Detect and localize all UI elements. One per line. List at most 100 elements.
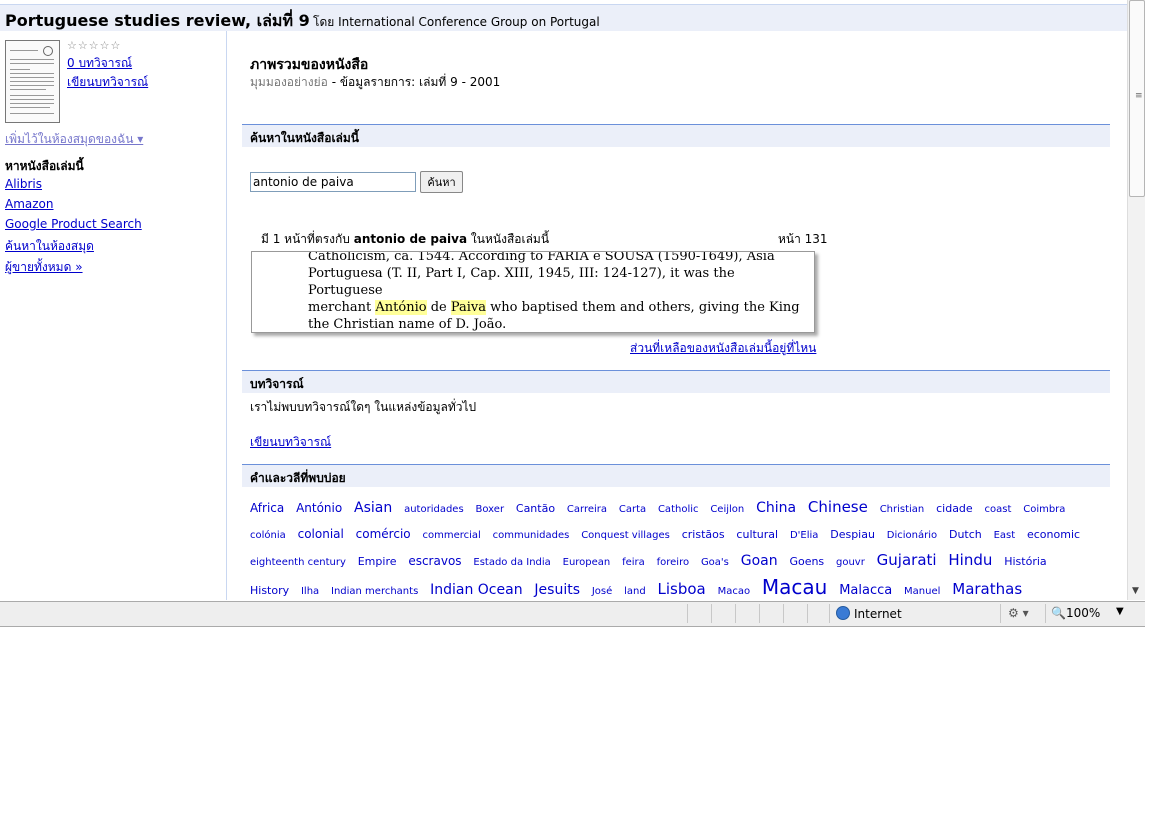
term-link[interactable]: East — [994, 530, 1016, 541]
term-link[interactable]: Conquest villages — [581, 530, 670, 541]
term-link[interactable]: cristãos — [682, 528, 725, 541]
term-link[interactable]: Asian — [354, 500, 392, 516]
snippet-line-1: Catholicism, ca. 1544. According to FARI… — [308, 251, 775, 264]
zoom-dropdown-icon[interactable]: ▼ — [1116, 606, 1124, 617]
term-link[interactable]: comércio — [356, 527, 411, 541]
zoom-control[interactable]: 🔍100% — [1051, 606, 1100, 620]
store-link-alibris[interactable]: Alibris — [5, 177, 42, 191]
store-link-google-product-search[interactable]: Google Product Search — [5, 217, 142, 231]
term-link[interactable]: Marathas — [952, 580, 1022, 598]
snippet-highlight-paiva: Paiva — [450, 300, 487, 315]
common-terms-heading: คำและวลีที่พบบ่อย — [250, 471, 346, 485]
book-cover-thumbnail[interactable] — [5, 40, 60, 123]
term-link[interactable]: António — [296, 501, 342, 515]
snippet-page-number[interactable]: หน้า 131 — [778, 230, 828, 249]
term-link[interactable]: History — [250, 584, 289, 597]
term-link[interactable]: Ilha — [301, 586, 319, 597]
term-link[interactable]: feira — [622, 557, 645, 568]
reviews-count-link[interactable]: 0 บทวิจารณ์ — [67, 54, 132, 73]
store-link-all-sellers[interactable]: ผู้ขายทั้งหมด » — [5, 258, 83, 277]
term-link[interactable]: Gujarati — [877, 551, 937, 569]
snippet-word: de — [430, 300, 447, 315]
overview-subtitle: มุมมองอย่างย่อ - ข้อมูลรายการ: เล่มที่ 9… — [250, 73, 500, 92]
term-link[interactable]: Manuel — [904, 586, 940, 597]
term-link[interactable]: Empire — [358, 555, 397, 568]
search-in-book-input[interactable] — [250, 172, 416, 192]
find-this-book-heading: หาหนังสือเล่มนี้ — [5, 159, 84, 173]
term-cloud: Africa António Asian autoridades Boxer C… — [250, 495, 1100, 600]
term-link[interactable]: Indian merchants — [331, 586, 418, 597]
term-link[interactable]: Goa's — [701, 557, 729, 568]
term-link[interactable]: Macau — [762, 575, 827, 599]
term-link[interactable]: Coimbra — [1023, 504, 1065, 515]
globe-icon — [836, 606, 850, 620]
term-link[interactable]: escravos — [408, 554, 461, 568]
rating-stars-icon: ☆☆☆☆☆ — [67, 39, 122, 52]
view-type: มุมมองอย่างย่อ — [250, 75, 328, 89]
term-link[interactable]: Estado da India — [473, 557, 550, 568]
term-link[interactable]: economic — [1027, 528, 1080, 541]
snippet-word: who baptised them and others, giving the… — [490, 300, 800, 315]
term-link[interactable]: História — [1004, 555, 1046, 568]
cover-seal-icon — [43, 46, 53, 56]
term-link[interactable]: European — [563, 557, 611, 568]
term-link[interactable]: José — [592, 586, 612, 597]
term-link[interactable]: Cantão — [516, 502, 555, 515]
term-link[interactable]: cultural — [736, 528, 778, 541]
term-link[interactable]: land — [624, 586, 646, 597]
term-link[interactable]: Malacca — [839, 583, 892, 598]
term-link[interactable]: Goens — [789, 555, 824, 568]
term-link[interactable]: Chinese — [808, 498, 868, 516]
add-to-library-link[interactable]: เพิ่มไว้ในห้องสมุดของฉัน ▾ — [5, 130, 143, 149]
write-review-link-main[interactable]: เขียนบทวิจารณ์ — [250, 433, 331, 452]
term-link[interactable]: colónia — [250, 530, 286, 541]
term-link[interactable]: eighteenth century — [250, 557, 346, 568]
term-link[interactable]: Lisboa — [658, 580, 706, 598]
term-link[interactable]: Despiau — [830, 528, 875, 541]
search-button[interactable]: ค้นหา — [420, 171, 463, 193]
text-snippet-image[interactable]: Catholicism, ca. 1544. According to FARI… — [251, 251, 815, 333]
store-link-library-search[interactable]: ค้นหาในห้องสมุด — [5, 237, 94, 256]
scrollbar-thumb[interactable]: ≡ — [1129, 0, 1145, 197]
term-link[interactable]: Christian — [880, 504, 925, 515]
add-to-library-label[interactable]: เพิ่มไว้ในห้องสมุดของฉัน ▾ — [5, 132, 143, 146]
vertical-scrollbar[interactable]: ≡ ▼ — [1127, 0, 1145, 600]
term-link[interactable]: Carta — [619, 504, 646, 515]
store-link-amazon[interactable]: Amazon — [5, 197, 54, 211]
term-link[interactable]: colonial — [298, 527, 344, 541]
term-link[interactable]: Africa — [250, 501, 284, 515]
term-link[interactable]: D'Elia — [790, 530, 818, 541]
term-link[interactable]: gouvr — [836, 557, 865, 568]
term-link[interactable]: Carreira — [567, 504, 607, 515]
term-link[interactable]: Dicionário — [887, 530, 937, 541]
term-link[interactable]: Jesuits — [534, 582, 580, 598]
term-link[interactable]: Ceijlon — [710, 504, 744, 515]
term-link[interactable]: cidade — [936, 502, 973, 515]
term-link[interactable]: commercial — [422, 530, 480, 541]
term-link[interactable]: communidades — [493, 530, 570, 541]
term-link[interactable]: Boxer — [476, 504, 505, 515]
term-link[interactable]: Indian Ocean — [430, 582, 522, 598]
term-link[interactable]: autoridades — [404, 504, 464, 515]
title-bar: Portuguese studies review, เล่มที่ 9 โดย… — [0, 5, 1127, 31]
term-link[interactable]: Macao — [718, 586, 751, 597]
scroll-down-arrow-icon[interactable]: ▼ — [1132, 586, 1139, 596]
security-zone[interactable]: Internet — [836, 606, 902, 621]
term-link[interactable]: foreiro — [657, 557, 689, 568]
main-content: ภาพรวมของหนังสือ มุมมองอย่างย่อ - ข้อมูล… — [227, 31, 1127, 600]
search-in-book-heading: ค้นหาในหนังสือเล่มนี้ — [250, 131, 360, 145]
book-author: โดย International Conference Group on Po… — [313, 15, 600, 29]
term-link[interactable]: China — [756, 500, 796, 516]
match-prefix: มี 1 หน้าที่ตรงกับ — [261, 232, 350, 246]
term-link[interactable]: Goan — [741, 553, 778, 569]
where-is-rest-of-book-link[interactable]: ส่วนที่เหลือของหนังสือเล่มนี้อยู่ที่ไหน — [630, 339, 816, 358]
common-terms-header: คำและวลีที่พบบ่อย — [242, 464, 1110, 487]
term-link[interactable]: Catholic — [658, 504, 699, 515]
term-link[interactable]: coast — [985, 504, 1012, 515]
term-link[interactable]: Hindu — [948, 551, 992, 569]
zone-label: Internet — [854, 607, 902, 621]
match-summary: มี 1 หน้าที่ตรงกับ antonio de paiva ในหน… — [261, 230, 549, 249]
write-review-link[interactable]: เขียนบทวิจารณ์ — [67, 73, 148, 92]
protected-mode-icon[interactable]: ⚙ ▾ — [1008, 606, 1029, 620]
term-link[interactable]: Dutch — [949, 528, 982, 541]
